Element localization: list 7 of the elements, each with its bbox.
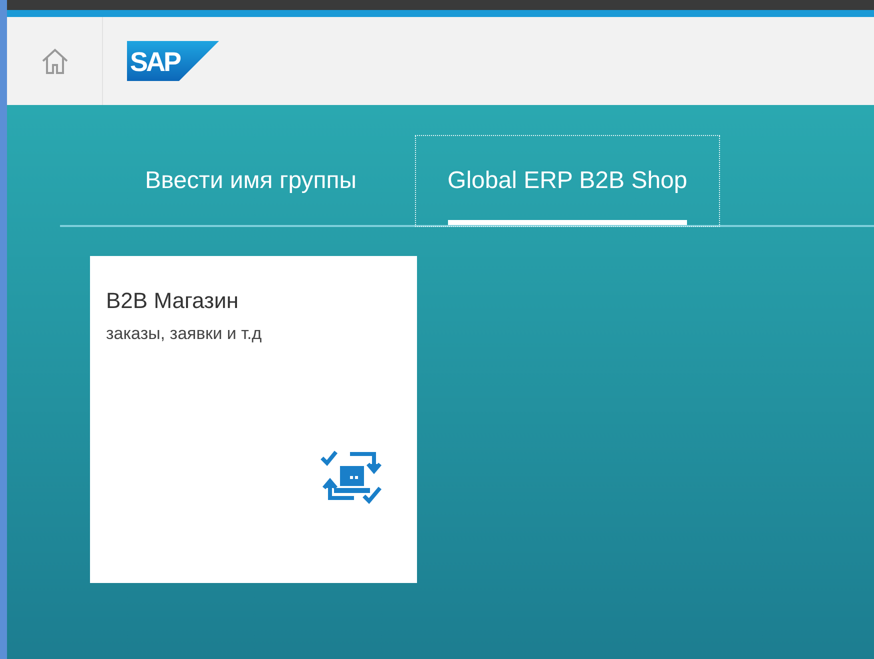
group-tab[interactable]: Ввести имя группы bbox=[112, 135, 390, 227]
home-icon[interactable] bbox=[40, 46, 70, 76]
tile-subtitle: заказы, заявки и т.д bbox=[106, 324, 263, 344]
group-tab[interactable]: Global ERP B2B Shop bbox=[414, 135, 720, 227]
app-tile[interactable]: B2B Магазин заказы, заявки и т.д bbox=[90, 256, 417, 583]
sap-logo: SAP bbox=[127, 41, 219, 81]
tile-title: B2B Магазин bbox=[106, 288, 240, 314]
